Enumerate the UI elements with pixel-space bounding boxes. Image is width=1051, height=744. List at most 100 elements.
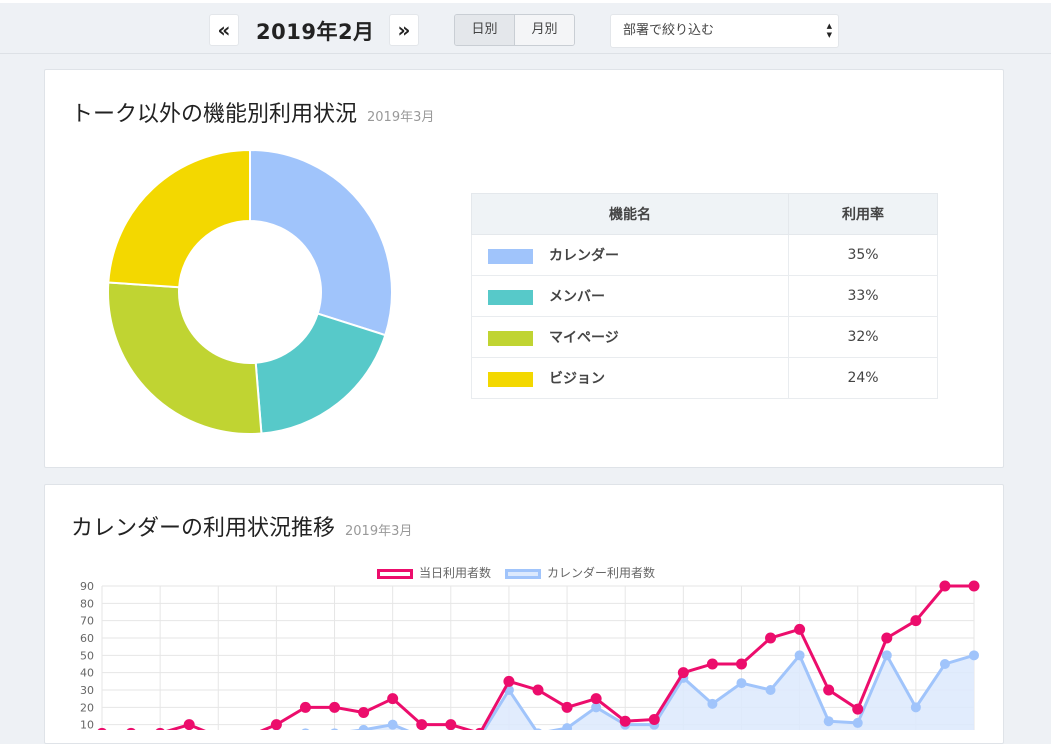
feature-name-cell: マイページ xyxy=(471,316,789,358)
column-header-feature-name: 機能名 xyxy=(471,193,789,235)
calendar-users-point[interactable] xyxy=(823,716,834,727)
calendar-trend-line-chart: 10 20 30 40 50 60 70 80 90 xyxy=(80,580,980,730)
calendar-trend-subtitle: 2019年3月 xyxy=(345,524,413,539)
donut-slice-1[interactable] xyxy=(249,148,393,337)
y-tick-label: 10 xyxy=(80,719,94,730)
daily-users-point[interactable] xyxy=(387,693,399,705)
daily-users-line xyxy=(166,584,974,730)
daily-users-point[interactable] xyxy=(329,701,341,713)
usage-rate-cell: 24% xyxy=(788,357,938,399)
feature-name: メンバー xyxy=(549,289,605,305)
daily-users-point[interactable] xyxy=(794,623,806,635)
legend-box xyxy=(505,568,541,579)
donut-slice-2[interactable] xyxy=(254,312,387,435)
next-month-button[interactable]: » xyxy=(389,14,419,46)
daily-users-point[interactable] xyxy=(503,675,515,687)
feature-usage-card: トーク以外の機能別利用状況 2019年3月 機能名 利用率 カレンダー 35% メ… xyxy=(44,69,1004,468)
daily-users-point[interactable] xyxy=(561,701,573,713)
daily-users-point[interactable] xyxy=(619,715,631,727)
daily-users-point[interactable] xyxy=(270,719,282,730)
daily-users-point[interactable] xyxy=(445,719,457,730)
daily-users-point[interactable] xyxy=(823,684,835,696)
legend-label: 当日利用者数 xyxy=(419,566,492,580)
y-tick-label: 30 xyxy=(80,684,94,697)
daily-users-point[interactable] xyxy=(706,658,718,670)
feature-usage-title-text: トーク以外の機能別利用状況 xyxy=(71,102,358,127)
calendar-users-point[interactable] xyxy=(707,698,718,709)
feature-name: マイページ xyxy=(549,330,619,346)
calendar-users-point[interactable] xyxy=(910,702,921,713)
legend-swatch xyxy=(488,289,533,305)
usage-rate-cell: 32% xyxy=(788,316,938,358)
daily-users-point[interactable] xyxy=(910,615,922,627)
calendar-users-point[interactable] xyxy=(330,728,340,730)
calendar-users-point[interactable] xyxy=(300,728,310,730)
feature-usage-title: トーク以外の機能別利用状況 2019年3月 xyxy=(71,96,434,128)
column-header-usage-rate: 利用率 xyxy=(788,193,938,235)
table-row: ビジョン 24% xyxy=(471,357,938,399)
daily-users-point[interactable] xyxy=(358,707,370,719)
y-tick-label: 60 xyxy=(80,632,94,645)
feature-name-cell: メンバー xyxy=(471,275,789,317)
legend-swatch xyxy=(488,371,533,387)
legend-label: カレンダー利用者数 xyxy=(547,566,656,580)
feature-usage-subtitle: 2019年3月 xyxy=(367,110,435,125)
daily-users-point[interactable] xyxy=(416,719,428,730)
tab-daily[interactable]: 日別 xyxy=(455,15,515,45)
legend-box xyxy=(377,568,413,579)
usage-rate-cell: 35% xyxy=(788,234,938,276)
daily-users-point[interactable] xyxy=(532,684,544,696)
calendar-users-point[interactable] xyxy=(881,650,892,661)
usage-rate-cell: 33% xyxy=(788,275,938,317)
calendar-users-point[interactable] xyxy=(358,724,369,730)
department-filter-value: 部署で絞り込む xyxy=(623,23,715,38)
calendar-trend-title-text: カレンダーの利用状況推移 xyxy=(71,516,336,541)
calendar-users-point[interactable] xyxy=(794,650,805,661)
calendar-users-point[interactable] xyxy=(765,685,776,695)
daily-users-point[interactable] xyxy=(126,727,137,730)
daily-users-point[interactable] xyxy=(677,667,689,679)
calendar-users-point[interactable] xyxy=(852,717,863,728)
daily-users-point[interactable] xyxy=(97,727,108,730)
table-row: メンバー 33% xyxy=(471,275,938,317)
calendar-trend-card: カレンダーの利用状況推移 2019年3月 当日利用者数 カレンダー利用者数 10 2… xyxy=(44,484,1004,744)
y-tick-label: 20 xyxy=(80,701,94,714)
daily-users-point[interactable] xyxy=(735,658,747,670)
daily-users-point[interactable] xyxy=(648,713,660,725)
calendar-users-point[interactable] xyxy=(969,650,979,661)
daily-users-point[interactable] xyxy=(968,580,980,592)
donut-slice-4[interactable] xyxy=(107,148,251,289)
daily-users-point[interactable] xyxy=(590,693,602,705)
daily-users-point[interactable] xyxy=(183,719,195,730)
y-tick-label: 50 xyxy=(80,649,94,662)
department-filter-select[interactable]: 部署で絞り込む ▲ ▼ xyxy=(610,14,839,48)
legend-item-daily-users[interactable]: 当日利用者数 xyxy=(377,564,491,581)
toolbar: « 2019年2月 » 日別 月別 部署で絞り込む ▲ ▼ xyxy=(0,0,1051,54)
daily-users-point[interactable] xyxy=(852,703,864,715)
y-tick-label: 40 xyxy=(80,667,94,680)
prev-month-button[interactable]: « xyxy=(209,14,239,46)
month-title: 2019年2月 xyxy=(256,20,375,44)
feature-name: カレンダー xyxy=(549,248,619,264)
legend-swatch xyxy=(488,330,533,346)
calendar-users-point[interactable] xyxy=(736,678,747,689)
select-arrows-icon: ▲ ▼ xyxy=(826,22,832,39)
y-tick-label: 70 xyxy=(80,615,94,628)
y-tick-label: 90 xyxy=(80,580,94,593)
feature-name-cell: カレンダー xyxy=(471,234,789,276)
table-row: マイページ 32% xyxy=(471,316,938,358)
daily-users-point[interactable] xyxy=(881,632,893,644)
calendar-users-point[interactable] xyxy=(939,659,950,669)
legend-item-calendar-users[interactable]: カレンダー利用者数 xyxy=(505,564,655,581)
daily-users-point[interactable] xyxy=(299,701,311,713)
daily-users-point[interactable] xyxy=(765,632,777,644)
y-tick-label: 80 xyxy=(80,597,94,610)
calendar-trend-title: カレンダーの利用状況推移 2019年3月 xyxy=(71,510,412,542)
table-row: カレンダー 35% xyxy=(471,234,938,276)
daily-users-point[interactable] xyxy=(155,727,166,730)
tab-monthly[interactable]: 月別 xyxy=(515,15,574,45)
feature-name-cell: ビジョン xyxy=(471,357,789,399)
daily-users-point[interactable] xyxy=(939,580,951,592)
donut-slice-3[interactable] xyxy=(107,281,263,435)
calendar-users-point[interactable] xyxy=(387,719,398,730)
